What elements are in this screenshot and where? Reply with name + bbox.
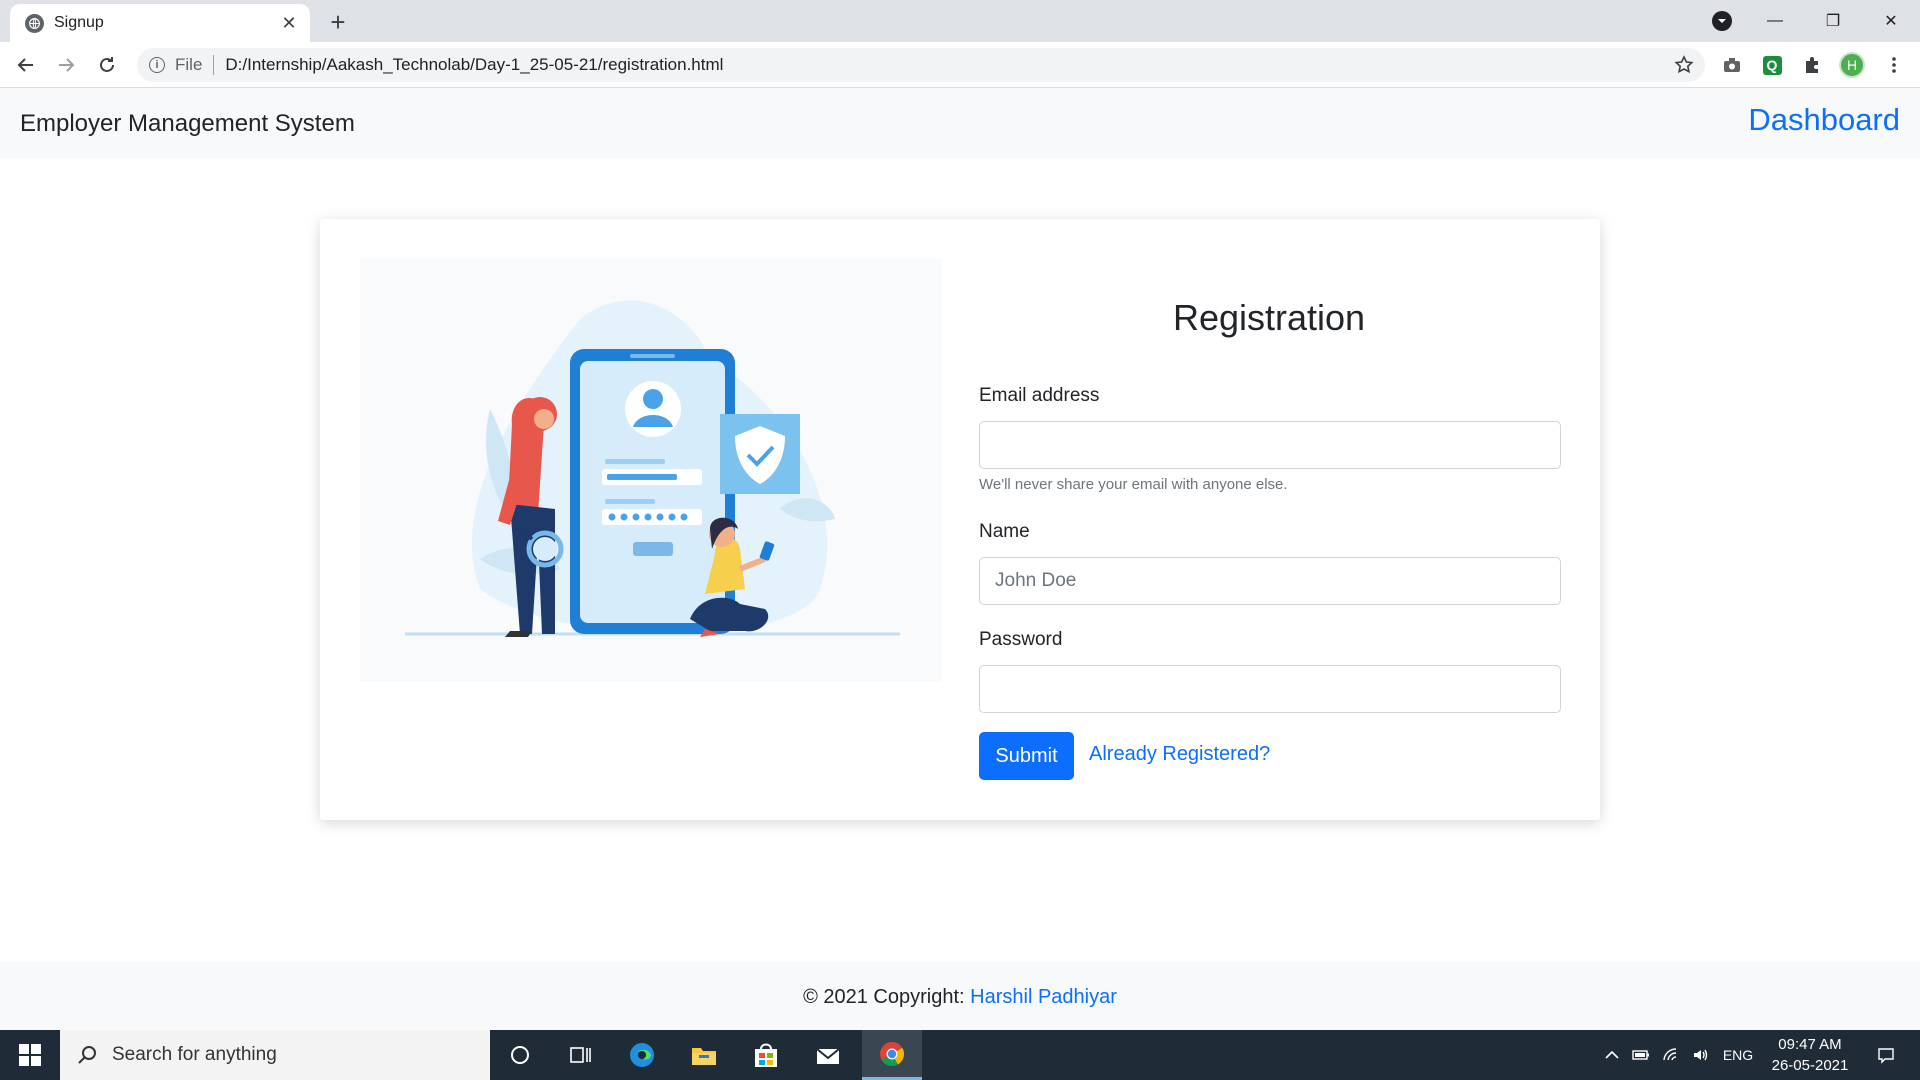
windows-taskbar: Search for anything ENG 09:47 AM 26-05-2… [0,1030,1920,1080]
search-icon [78,1046,96,1064]
q-extension-icon[interactable]: Q [1758,51,1786,79]
site-footer: © 2021 Copyright: Harshil Padhiyar [0,962,1920,1030]
q-extension-label: Q [1762,55,1782,75]
restore-button[interactable]: ❐ [1804,0,1862,42]
chrome-icon[interactable] [862,1030,922,1080]
notification-center-icon[interactable] [1866,1030,1906,1080]
tab-title: Signup [54,14,104,31]
globe-icon [25,13,44,33]
email-help-text: We'll never share your email with anyone… [979,476,1288,493]
name-field[interactable]: John Doe [979,557,1561,605]
email-field[interactable] [979,421,1561,469]
password-label: Password [979,629,1063,650]
back-arrow-icon[interactable] [10,49,42,81]
volume-icon[interactable] [1688,1030,1714,1080]
email-label: Email address [979,385,1100,406]
site-brand[interactable]: Employer Management System [20,110,355,138]
profile-initial: H [1839,52,1865,78]
language-indicator[interactable]: ENG [1718,1030,1758,1080]
taskbar-search-box[interactable]: Search for anything [60,1030,490,1080]
url-text[interactable]: D:/Internship/Aakash_Technolab/Day-1_25-… [225,55,1669,75]
submit-button[interactable]: Submit [979,732,1074,780]
bookmark-star-icon[interactable] [1669,50,1699,80]
microsoft-store-icon[interactable] [736,1030,796,1080]
reload-icon[interactable] [91,49,123,81]
omnibox-divider [213,55,215,75]
battery-icon[interactable] [1628,1030,1654,1080]
signup-illustration [360,259,942,682]
task-view-icon[interactable] [550,1030,610,1080]
phone-login-illustration-icon [405,300,900,637]
site-info-icon[interactable]: i [149,57,165,73]
registration-card: Registration Email address We'll never s… [320,219,1600,820]
already-registered-link[interactable]: Already Registered? [1089,743,1270,766]
dashboard-link[interactable]: Dashboard [1748,102,1900,138]
address-bar[interactable]: i File D:/Internship/Aakash_Technolab/Da… [137,48,1705,82]
copyright-text: © 2021 Copyright: [803,986,965,1008]
browser-tab-signup[interactable]: Signup ✕ [10,4,310,42]
forward-arrow-icon[interactable] [50,49,82,81]
registration-title: Registration [1172,297,1366,338]
kebab-menu-icon[interactable] [1880,51,1908,79]
close-window-button[interactable]: ✕ [1862,0,1920,42]
url-scheme: File [175,55,203,74]
mail-icon[interactable] [798,1030,858,1080]
browser-toolbar: i File D:/Internship/Aakash_Technolab/Da… [0,42,1920,88]
password-field[interactable] [979,665,1561,713]
edge-browser-icon[interactable] [612,1030,672,1080]
close-tab-icon[interactable]: ✕ [278,12,300,34]
clock-time: 09:47 AM [1778,1036,1842,1053]
minimize-button[interactable]: — [1746,0,1804,42]
author-link[interactable]: Harshil Padhiyar [970,986,1117,1008]
new-tab-button[interactable]: + [324,7,352,37]
camera-icon[interactable] [1718,51,1746,79]
file-explorer-icon[interactable] [674,1030,734,1080]
name-label: Name [979,521,1030,542]
show-hidden-icons-chevron-icon[interactable] [1600,1030,1624,1080]
site-navbar: Employer Management System Dashboard [0,88,1920,158]
cortana-icon[interactable] [490,1030,550,1080]
tab-search-icon[interactable] [1712,11,1732,31]
taskbar-clock[interactable]: 09:47 AM 26-05-2021 [1760,1034,1860,1076]
windows-start-icon[interactable] [0,1030,60,1080]
puzzle-extensions-icon[interactable] [1798,51,1826,79]
clock-date: 26-05-2021 [1771,1057,1849,1074]
profile-avatar[interactable]: H [1838,51,1866,79]
taskbar-search-placeholder: Search for anything [112,1044,277,1065]
browser-tab-strip: Signup ✕ + — ❐ ✕ [0,0,1920,42]
wifi-icon[interactable] [1658,1030,1684,1080]
